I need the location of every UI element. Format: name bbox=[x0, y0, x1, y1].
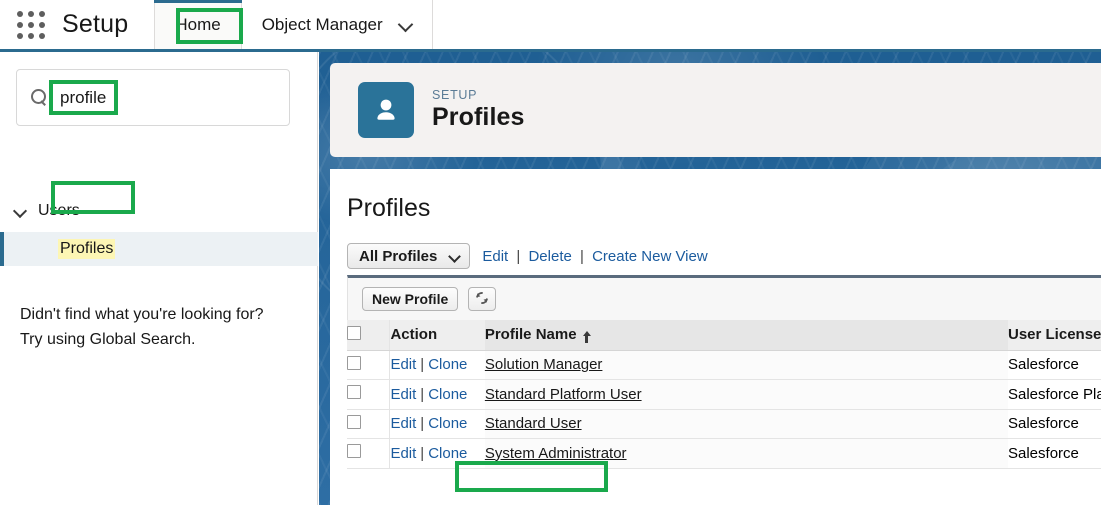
action-separator: | bbox=[420, 415, 425, 433]
row-checkbox[interactable] bbox=[347, 444, 361, 459]
salesforce-setup-page: Setup Home Object Manager Users Profiles… bbox=[0, 0, 1101, 505]
create-new-view-link[interactable]: Create New View bbox=[592, 248, 708, 265]
sidebar-help-note: Didn't find what you're looking for? Try… bbox=[20, 302, 300, 352]
list-view-controls: All Profiles Edit | Delete | Create New … bbox=[347, 243, 708, 269]
profile-name-cell: Standard Platform User bbox=[484, 379, 1008, 410]
column-header-user-license[interactable]: User License bbox=[1008, 320, 1101, 351]
refresh-button[interactable] bbox=[468, 287, 497, 311]
column-header-profile-name[interactable]: Profile Name bbox=[484, 320, 1008, 351]
user-avatar-icon bbox=[358, 82, 414, 138]
page-header-eyebrow: SETUP bbox=[432, 88, 478, 102]
profile-name-cell: System Administrator bbox=[484, 438, 1008, 469]
main-content-area: SETUP Profiles Profiles All Profiles Edi… bbox=[319, 52, 1101, 505]
clone-link[interactable]: Clone bbox=[428, 356, 467, 373]
app-launcher-button[interactable] bbox=[0, 0, 62, 49]
sidebar-item-profiles-label: Profiles bbox=[58, 239, 116, 259]
column-header-action[interactable]: Action bbox=[389, 320, 485, 351]
row-actions-cell: Edit | Clone bbox=[389, 350, 485, 380]
profiles-table: Action Profile Name User License Edit | … bbox=[347, 320, 1101, 469]
clone-link[interactable]: Clone bbox=[428, 386, 467, 403]
chevron-down-icon bbox=[399, 18, 412, 31]
edit-view-link[interactable]: Edit bbox=[482, 248, 508, 265]
grid-dots-icon bbox=[17, 10, 45, 39]
sidebar-help-note-line1: Didn't find what you're looking for? bbox=[20, 306, 264, 323]
table-row: Edit | Clone Standard User Salesforce bbox=[347, 409, 1101, 439]
row-actions-cell: Edit | Clone bbox=[389, 379, 485, 410]
row-checkbox[interactable] bbox=[347, 355, 361, 370]
table-row: Edit | Clone Standard Platform User Salesf… bbox=[347, 379, 1101, 410]
profile-name-link[interactable]: System Administrator bbox=[485, 445, 627, 462]
table-row: Edit | Clone System Administrator Salesfor… bbox=[347, 438, 1101, 469]
list-view-title: Profiles bbox=[347, 194, 431, 222]
table-header-row: Action Profile Name User License bbox=[347, 320, 1101, 351]
page-title: Profiles bbox=[432, 103, 525, 131]
edit-link[interactable]: Edit bbox=[390, 445, 416, 462]
user-license-cell: Salesforce Platform bbox=[1008, 379, 1101, 410]
sidebar-help-note-line2: Try using Global Search. bbox=[20, 331, 196, 348]
row-actions-cell: Edit | Clone bbox=[389, 409, 485, 439]
profiles-table-container: New Profile Action Profile Name User Lic… bbox=[347, 275, 1101, 469]
column-header-profile-name-label: Profile Name bbox=[484, 326, 577, 344]
profiles-table-head: Action Profile Name User License bbox=[347, 320, 1101, 351]
edit-link[interactable]: Edit bbox=[390, 356, 416, 373]
edit-link[interactable]: Edit bbox=[390, 386, 416, 403]
row-checkbox[interactable] bbox=[347, 414, 361, 429]
tab-home-label: Home bbox=[175, 14, 221, 34]
row-select-cell bbox=[347, 409, 391, 439]
sidebar-item-profiles[interactable]: Profiles bbox=[0, 232, 318, 266]
search-input[interactable] bbox=[60, 87, 240, 108]
tab-object-manager[interactable]: Object Manager bbox=[242, 0, 433, 49]
refresh-icon bbox=[475, 291, 489, 308]
row-checkbox[interactable] bbox=[347, 385, 361, 400]
search-icon bbox=[31, 89, 48, 106]
tab-object-manager-label: Object Manager bbox=[261, 14, 383, 34]
view-selector-dropdown[interactable]: All Profiles bbox=[347, 243, 471, 269]
table-row: Edit | Clone Solution Manager Salesforce bbox=[347, 350, 1101, 380]
profile-name-link[interactable]: Standard Platform User bbox=[485, 386, 642, 403]
chevron-down-icon bbox=[449, 251, 460, 262]
page-header-texts: SETUP Profiles bbox=[432, 88, 525, 132]
page-header: SETUP Profiles bbox=[330, 63, 1101, 157]
link-separator-1: | bbox=[516, 247, 521, 265]
sidebar-group-users[interactable]: Users bbox=[0, 197, 80, 225]
clone-link[interactable]: Clone bbox=[428, 415, 467, 432]
profile-name-link[interactable]: Solution Manager bbox=[485, 356, 603, 373]
select-all-header bbox=[347, 320, 391, 351]
profiles-table-body: Edit|Clone Solution Manager Salesforce bbox=[347, 350, 1101, 469]
view-selector-label: All Profiles bbox=[359, 247, 438, 265]
row-actions-cell: Edit | Clone bbox=[389, 438, 485, 469]
row-select-cell bbox=[347, 438, 391, 469]
setup-title: Setup bbox=[62, 10, 129, 38]
action-separator: | bbox=[420, 356, 425, 374]
setup-nav-tabs: Home Object Manager bbox=[154, 0, 433, 49]
list-view-links: Edit | Delete | Create New View bbox=[482, 248, 707, 265]
row-select-cell bbox=[347, 379, 391, 410]
action-separator: | bbox=[420, 385, 425, 403]
list-view-panel: Profiles All Profiles Edit | Delete | Cr… bbox=[330, 169, 1101, 505]
select-all-checkbox[interactable] bbox=[347, 325, 361, 340]
profile-name-cell: Standard User bbox=[484, 409, 1008, 439]
row-select-cell bbox=[347, 350, 391, 380]
edit-link[interactable]: Edit bbox=[390, 415, 416, 432]
user-license-cell: Salesforce bbox=[1008, 350, 1101, 380]
profile-name-link[interactable]: Standard User bbox=[485, 415, 582, 432]
chevron-down-icon bbox=[12, 203, 28, 219]
profile-name-cell: Solution Manager bbox=[484, 350, 1008, 380]
list-toolbar: New Profile bbox=[347, 275, 1101, 320]
link-separator-2: | bbox=[580, 247, 584, 265]
new-profile-button[interactable]: New Profile bbox=[362, 287, 459, 311]
quick-find-search-box[interactable] bbox=[16, 69, 290, 126]
clone-link[interactable]: Clone bbox=[428, 445, 467, 462]
action-separator: | bbox=[420, 444, 425, 462]
delete-view-link[interactable]: Delete bbox=[528, 248, 571, 265]
tab-home[interactable]: Home bbox=[154, 0, 243, 49]
sidebar-group-users-label: Users bbox=[38, 202, 80, 219]
user-license-cell: Salesforce bbox=[1008, 409, 1101, 439]
setup-sidebar: Users Profiles Didn't find what you're l… bbox=[0, 52, 318, 505]
global-header: Setup Home Object Manager bbox=[0, 0, 1101, 52]
user-license-cell: Salesforce bbox=[1008, 438, 1101, 469]
